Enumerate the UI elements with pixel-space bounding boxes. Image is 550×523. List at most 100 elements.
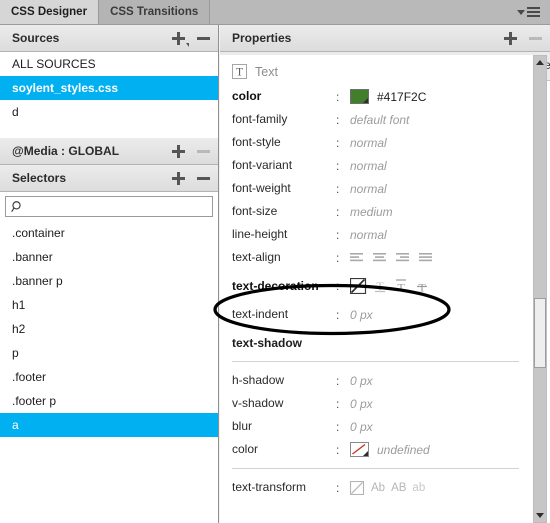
decoration-none-icon[interactable]	[350, 278, 367, 294]
prop-row-text-indent[interactable]: text-indent : 0 px	[220, 303, 533, 326]
selector-label: .banner	[12, 250, 53, 264]
selector-item-h1[interactable]: h1	[0, 293, 218, 317]
prop-row-v-shadow[interactable]: v-shadow : 0 px	[220, 392, 533, 415]
selector-search-box[interactable]	[5, 196, 213, 217]
add-media-button[interactable]	[172, 144, 185, 158]
prop-value[interactable]: 0 px	[350, 397, 373, 411]
source-label: d	[12, 105, 19, 119]
css-designer-panel: CSS Designer CSS Transitions Sources ALL…	[0, 0, 550, 523]
remove-source-button[interactable]	[197, 36, 210, 40]
transform-option-uppercase[interactable]: AB	[391, 482, 406, 494]
align-left-icon[interactable]	[350, 251, 365, 264]
prop-value[interactable]: default font	[350, 113, 409, 127]
align-justify-icon[interactable]	[419, 251, 434, 264]
selector-item-p[interactable]: p	[0, 341, 218, 365]
prop-value[interactable]: medium	[350, 205, 393, 219]
add-selector-button[interactable]	[172, 171, 185, 185]
prop-label: font-family	[232, 112, 288, 126]
scroll-up-icon[interactable]	[534, 56, 546, 69]
tab-css-transitions[interactable]: CSS Transitions	[99, 0, 211, 24]
prop-value[interactable]: undefined	[377, 443, 430, 457]
selector-label: .container	[12, 226, 65, 240]
add-property-button[interactable]	[504, 31, 517, 45]
remove-selector-button[interactable]	[197, 176, 210, 180]
panel-options-icon[interactable]	[517, 5, 545, 19]
prop-row-font-size[interactable]: font-size : medium	[220, 200, 533, 223]
none-icon[interactable]	[350, 480, 365, 495]
prop-row-font-family[interactable]: font-family : default font	[220, 108, 533, 131]
overline-icon[interactable]: T	[394, 278, 409, 294]
prop-row-h-shadow[interactable]: h-shadow : 0 px	[220, 369, 533, 392]
align-center-icon[interactable]	[373, 251, 388, 264]
prop-label: font-style	[232, 135, 281, 149]
prop-value[interactable]: 0 px	[350, 420, 373, 434]
selector-item-h2[interactable]: h2	[0, 317, 218, 341]
properties-column: Properties T Text color: #417F2C font-f…	[220, 25, 550, 523]
scroll-track-lower[interactable]	[534, 368, 546, 509]
source-item-d[interactable]: d	[0, 100, 218, 124]
prop-colon: :	[336, 419, 340, 434]
color-swatch[interactable]	[350, 89, 369, 104]
prop-label: font-size	[232, 204, 278, 218]
group-text-label: Text	[255, 64, 278, 79]
group-text: T Text	[220, 61, 533, 85]
prop-value[interactable]: normal	[350, 136, 387, 150]
selector-label: h2	[12, 322, 26, 336]
selector-item-footer[interactable]: .footer	[0, 365, 218, 389]
prop-colon: :	[336, 89, 340, 104]
selector-item-banner-p[interactable]: .banner p	[0, 269, 218, 293]
selector-item-a[interactable]: a	[0, 413, 218, 437]
selector-search-input[interactable]	[6, 197, 212, 216]
prop-value[interactable]: 0 px	[350, 374, 373, 388]
prop-row-font-variant[interactable]: font-variant : normal	[220, 154, 533, 177]
source-item-soylent-styles[interactable]: soylent_styles.css	[0, 76, 218, 100]
prop-colon: :	[336, 181, 340, 196]
prop-row-color[interactable]: color : #417F2C	[220, 85, 533, 108]
transform-option-lowercase[interactable]: ab	[412, 482, 425, 494]
prop-colon: :	[336, 442, 340, 457]
selector-item-footer-p[interactable]: .footer p	[0, 389, 218, 413]
prop-label: text-indent	[232, 307, 289, 321]
svg-text:T: T	[376, 279, 384, 293]
selector-label: .footer p	[12, 394, 57, 408]
align-right-icon[interactable]	[396, 251, 411, 264]
tab-label: CSS Designer	[11, 6, 88, 18]
prop-value[interactable]: 0 px	[350, 308, 373, 322]
selector-search-wrap	[0, 192, 218, 221]
selector-item-container[interactable]: .container	[0, 221, 218, 245]
prop-row-text-transform[interactable]: text-transform : Ab AB ab	[220, 476, 533, 499]
media-header: @Media : GLOBAL	[0, 138, 218, 165]
tab-css-designer[interactable]: CSS Designer	[0, 0, 100, 24]
prop-row-font-style[interactable]: font-style : normal	[220, 131, 533, 154]
properties-scrollbar[interactable]	[533, 55, 547, 523]
svg-text:T: T	[397, 281, 405, 295]
prop-value[interactable]: normal	[350, 159, 387, 173]
prop-value[interactable]: normal	[350, 182, 387, 196]
prop-row-text-align[interactable]: text-align :	[220, 246, 533, 269]
underline-icon[interactable]: T	[373, 278, 388, 294]
shadow-color-swatch[interactable]	[350, 442, 369, 457]
prop-row-font-weight[interactable]: font-weight : normal	[220, 177, 533, 200]
prop-row-text-decoration[interactable]: text-decoration : T T T	[220, 269, 533, 303]
scroll-thumb[interactable]	[534, 298, 546, 368]
prop-value[interactable]: normal	[350, 228, 387, 242]
text-align-options	[350, 251, 434, 264]
sources-title: Sources	[12, 31, 60, 45]
scroll-down-icon[interactable]	[534, 509, 546, 522]
selectors-actions	[172, 165, 210, 191]
prop-colon: :	[336, 396, 340, 411]
line-through-icon[interactable]: T	[415, 278, 430, 294]
selector-item-banner[interactable]: .banner	[0, 245, 218, 269]
svg-text:T: T	[236, 67, 243, 79]
add-source-button[interactable]	[172, 31, 189, 47]
group-text-shadow-label: text-shadow	[232, 336, 303, 350]
prop-row-blur[interactable]: blur : 0 px	[220, 415, 533, 438]
prop-colon: :	[336, 373, 340, 388]
scroll-track-upper[interactable]	[534, 69, 546, 298]
source-item-all-sources[interactable]: ALL SOURCES	[0, 52, 218, 76]
transform-option-capitalize[interactable]: Ab	[371, 482, 385, 494]
prop-colon: :	[336, 480, 340, 495]
prop-row-shadow-color[interactable]: color : undefined	[220, 438, 533, 461]
prop-row-line-height[interactable]: line-height : normal	[220, 223, 533, 246]
prop-value[interactable]: #417F2C	[377, 90, 426, 104]
